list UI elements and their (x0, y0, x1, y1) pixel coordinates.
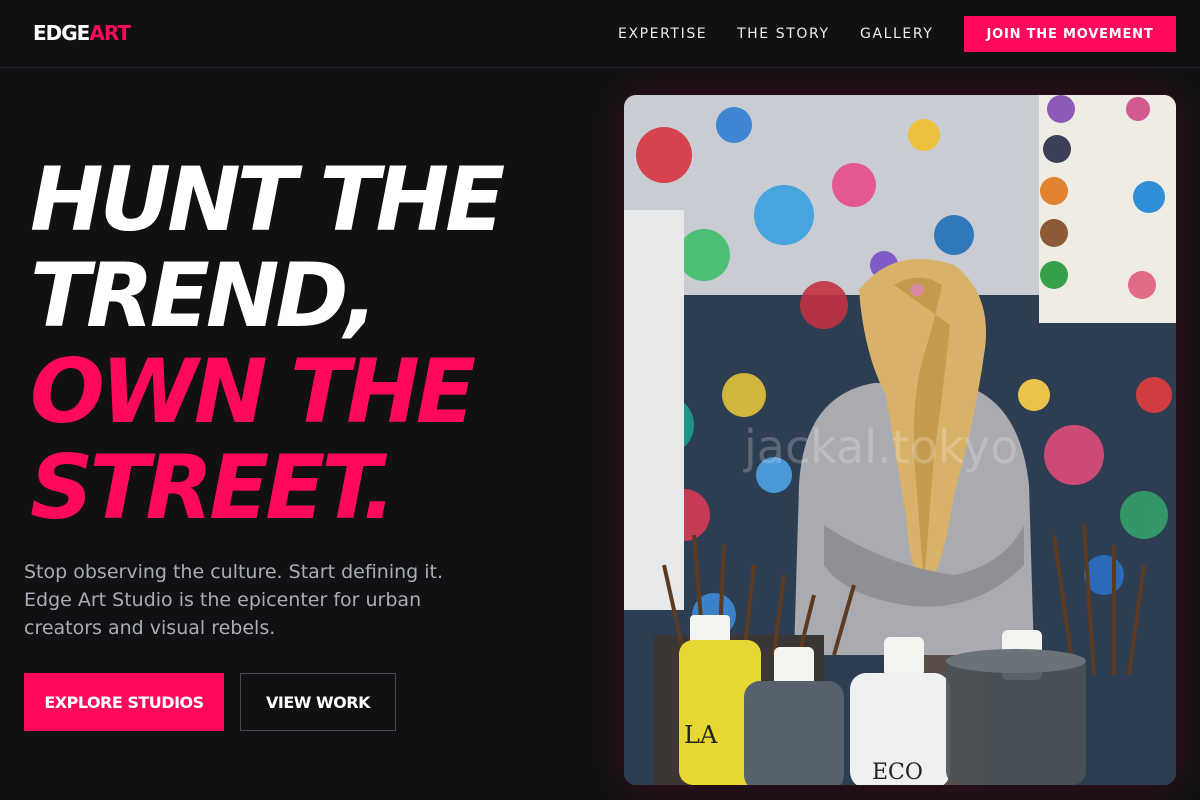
join-the-movement-button[interactable]: JOIN THE MOVEMENT (964, 16, 1176, 52)
photo-watermark: jackal.tokyo (743, 420, 1018, 474)
top-nav: EDGEART EXPERTISE THE STORY GALLERY JOIN… (0, 0, 1200, 68)
logo-edge: EDGE (33, 21, 90, 45)
hero-subtext: Stop observing the culture. Start defini… (24, 561, 444, 639)
logo[interactable]: EDGEART (33, 21, 131, 45)
view-work-button[interactable]: VIEW WORK (240, 673, 396, 731)
nav-link-the-story[interactable]: THE STORY (737, 25, 830, 43)
headline-line-1: HUNT THE (30, 148, 505, 251)
nav-link-gallery[interactable]: GALLERY (860, 25, 933, 43)
nav-link-expertise[interactable]: EXPERTISE (618, 25, 707, 43)
hero-photo: LA ECO jackal.tokyo (624, 95, 1176, 785)
hero-headline: HUNT THE TREND, OWN THE STREET. (30, 148, 505, 539)
logo-art: ART (89, 21, 131, 45)
headline-line-3: OWN THE (30, 340, 476, 443)
headline-line-4: STREET. (30, 436, 396, 539)
headline-line-2: TREND, (30, 244, 378, 347)
bottle-label-la: LA (684, 721, 718, 749)
bottle-label-eco: ECO (872, 760, 923, 785)
explore-studios-button[interactable]: EXPLORE STUDIOS (24, 673, 224, 731)
hero-photo-illustration: LA ECO jackal.tokyo (624, 95, 1176, 785)
